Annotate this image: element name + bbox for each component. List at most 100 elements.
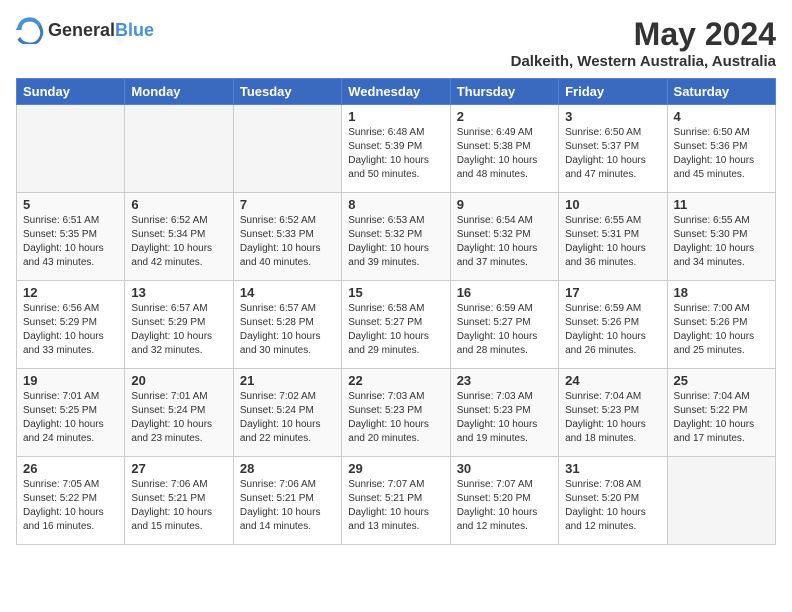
calendar-cell: 9 Sunrise: 6:54 AMSunset: 5:32 PMDaylight… — [450, 193, 558, 281]
calendar-cell: 12Sunrise: 6:56 AMSunset: 5:29 PMDayligh… — [17, 281, 125, 369]
calendar-cell — [233, 105, 341, 193]
day-info: Sunrise: 7:08 AMSunset: 5:20 PMDaylight:… — [565, 478, 660, 534]
calendar-cell: 5 Sunrise: 6:51 AMSunset: 5:35 PMDaylight… — [17, 193, 125, 281]
day-info: Sunrise: 6:49 AMSunset: 5:38 PMDaylight:… — [457, 126, 552, 182]
day-info: Sunrise: 6:53 AMSunset: 5:32 PMDaylight:… — [348, 214, 443, 270]
day-info: Sunrise: 7:01 AMSunset: 5:24 PMDaylight:… — [131, 390, 226, 446]
day-info: Sunrise: 7:00 AMSunset: 5:26 PMDaylight:… — [674, 302, 769, 358]
day-number: 5 — [23, 197, 118, 212]
calendar-cell: 13Sunrise: 6:57 AMSunset: 5:29 PMDayligh… — [125, 281, 233, 369]
logo-blue: Blue — [115, 20, 154, 40]
day-info: Sunrise: 6:51 AMSunset: 5:35 PMDaylight:… — [23, 214, 118, 270]
day-number: 30 — [457, 461, 552, 476]
day-number: 22 — [348, 373, 443, 388]
day-info: Sunrise: 7:07 AMSunset: 5:20 PMDaylight:… — [457, 478, 552, 534]
col-monday: Monday — [125, 79, 233, 105]
day-number: 10 — [565, 197, 660, 212]
col-saturday: Saturday — [667, 79, 775, 105]
day-number: 29 — [348, 461, 443, 476]
calendar-cell: 25Sunrise: 7:04 AMSunset: 5:22 PMDayligh… — [667, 369, 775, 457]
day-number: 2 — [457, 109, 552, 124]
day-number: 8 — [348, 197, 443, 212]
day-info: Sunrise: 7:06 AMSunset: 5:21 PMDaylight:… — [131, 478, 226, 534]
day-number: 7 — [240, 197, 335, 212]
day-number: 21 — [240, 373, 335, 388]
calendar-cell: 22 Sunrise: 7:03 AMSunset: 5:23 PMDayligh… — [342, 369, 450, 457]
day-info: Sunrise: 6:50 AMSunset: 5:37 PMDaylight:… — [565, 126, 660, 182]
logo-general: General — [48, 20, 115, 40]
page-header: GeneralBlue May 2024 Dalkeith, Western A… — [16, 16, 776, 70]
day-number: 19 — [23, 373, 118, 388]
calendar-cell: 8 Sunrise: 6:53 AMSunset: 5:32 PMDaylight… — [342, 193, 450, 281]
calendar-week-row: 26 Sunrise: 7:05 AMSunset: 5:22 PMDayligh… — [17, 457, 776, 545]
day-info: Sunrise: 7:07 AMSunset: 5:21 PMDaylight:… — [348, 478, 443, 534]
day-info: Sunrise: 6:50 AMSunset: 5:36 PMDaylight:… — [674, 126, 769, 182]
calendar-cell: 15Sunrise: 6:58 AMSunset: 5:27 PMDayligh… — [342, 281, 450, 369]
col-tuesday: Tuesday — [233, 79, 341, 105]
day-number: 14 — [240, 285, 335, 300]
day-number: 3 — [565, 109, 660, 124]
calendar-cell: 19 Sunrise: 7:01 AMSunset: 5:25 PMDayligh… — [17, 369, 125, 457]
calendar-cell: 10 Sunrise: 6:55 AMSunset: 5:31 PMDayligh… — [559, 193, 667, 281]
calendar-cell: 28Sunrise: 7:06 AMSunset: 5:21 PMDayligh… — [233, 457, 341, 545]
calendar-cell: 11 Sunrise: 6:55 AMSunset: 5:30 PMDayligh… — [667, 193, 775, 281]
day-info: Sunrise: 6:59 AMSunset: 5:26 PMDaylight:… — [565, 302, 660, 358]
day-number: 11 — [674, 197, 769, 212]
calendar-cell: 17 Sunrise: 6:59 AMSunset: 5:26 PMDayligh… — [559, 281, 667, 369]
logo-icon — [16, 16, 44, 44]
title-block: May 2024 Dalkeith, Western Australia, Au… — [511, 16, 776, 70]
logo-text: GeneralBlue — [48, 20, 154, 41]
calendar-cell: 18 Sunrise: 7:00 AMSunset: 5:26 PMDayligh… — [667, 281, 775, 369]
calendar-table: Sunday Monday Tuesday Wednesday Thursday… — [16, 78, 776, 545]
logo: GeneralBlue — [16, 16, 154, 44]
col-thursday: Thursday — [450, 79, 558, 105]
day-number: 13 — [131, 285, 226, 300]
day-number: 23 — [457, 373, 552, 388]
day-number: 26 — [23, 461, 118, 476]
calendar-cell: 30 Sunrise: 7:07 AMSunset: 5:20 PMDayligh… — [450, 457, 558, 545]
day-number: 9 — [457, 197, 552, 212]
calendar-cell — [125, 105, 233, 193]
day-info: Sunrise: 7:02 AMSunset: 5:24 PMDaylight:… — [240, 390, 335, 446]
day-info: Sunrise: 7:01 AMSunset: 5:25 PMDaylight:… — [23, 390, 118, 446]
day-info: Sunrise: 6:55 AMSunset: 5:31 PMDaylight:… — [565, 214, 660, 270]
col-sunday: Sunday — [17, 79, 125, 105]
calendar-cell: 4 Sunrise: 6:50 AMSunset: 5:36 PMDaylight… — [667, 105, 775, 193]
day-number: 6 — [131, 197, 226, 212]
calendar-cell — [17, 105, 125, 193]
calendar-cell: 31 Sunrise: 7:08 AMSunset: 5:20 PMDayligh… — [559, 457, 667, 545]
day-number: 4 — [674, 109, 769, 124]
day-number: 25 — [674, 373, 769, 388]
day-number: 27 — [131, 461, 226, 476]
calendar-cell: 23Sunrise: 7:03 AMSunset: 5:23 PMDayligh… — [450, 369, 558, 457]
calendar-week-row: 19 Sunrise: 7:01 AMSunset: 5:25 PMDayligh… — [17, 369, 776, 457]
day-number: 18 — [674, 285, 769, 300]
day-info: Sunrise: 6:54 AMSunset: 5:32 PMDaylight:… — [457, 214, 552, 270]
day-number: 31 — [565, 461, 660, 476]
day-info: Sunrise: 6:56 AMSunset: 5:29 PMDaylight:… — [23, 302, 118, 358]
month-year-title: May 2024 — [511, 16, 776, 53]
day-number: 24 — [565, 373, 660, 388]
calendar-week-row: 12Sunrise: 6:56 AMSunset: 5:29 PMDayligh… — [17, 281, 776, 369]
calendar-cell: 20 Sunrise: 7:01 AMSunset: 5:24 PMDayligh… — [125, 369, 233, 457]
calendar-cell: 21 Sunrise: 7:02 AMSunset: 5:24 PMDayligh… — [233, 369, 341, 457]
calendar-cell: 6 Sunrise: 6:52 AMSunset: 5:34 PMDaylight… — [125, 193, 233, 281]
calendar-week-row: 5 Sunrise: 6:51 AMSunset: 5:35 PMDaylight… — [17, 193, 776, 281]
day-info: Sunrise: 7:03 AMSunset: 5:23 PMDaylight:… — [348, 390, 443, 446]
day-info: Sunrise: 7:05 AMSunset: 5:22 PMDaylight:… — [23, 478, 118, 534]
calendar-header: Sunday Monday Tuesday Wednesday Thursday… — [17, 79, 776, 105]
day-number: 15 — [348, 285, 443, 300]
calendar-cell: 16Sunrise: 6:59 AMSunset: 5:27 PMDayligh… — [450, 281, 558, 369]
calendar-cell: 27 Sunrise: 7:06 AMSunset: 5:21 PMDayligh… — [125, 457, 233, 545]
day-number: 28 — [240, 461, 335, 476]
calendar-week-row: 1Sunrise: 6:48 AMSunset: 5:39 PMDaylight… — [17, 105, 776, 193]
calendar-body: 1Sunrise: 6:48 AMSunset: 5:39 PMDaylight… — [17, 105, 776, 545]
day-info: Sunrise: 6:55 AMSunset: 5:30 PMDaylight:… — [674, 214, 769, 270]
day-number: 17 — [565, 285, 660, 300]
day-info: Sunrise: 6:52 AMSunset: 5:34 PMDaylight:… — [131, 214, 226, 270]
day-number: 20 — [131, 373, 226, 388]
day-number: 16 — [457, 285, 552, 300]
col-wednesday: Wednesday — [342, 79, 450, 105]
calendar-cell — [667, 457, 775, 545]
day-info: Sunrise: 6:52 AMSunset: 5:33 PMDaylight:… — [240, 214, 335, 270]
